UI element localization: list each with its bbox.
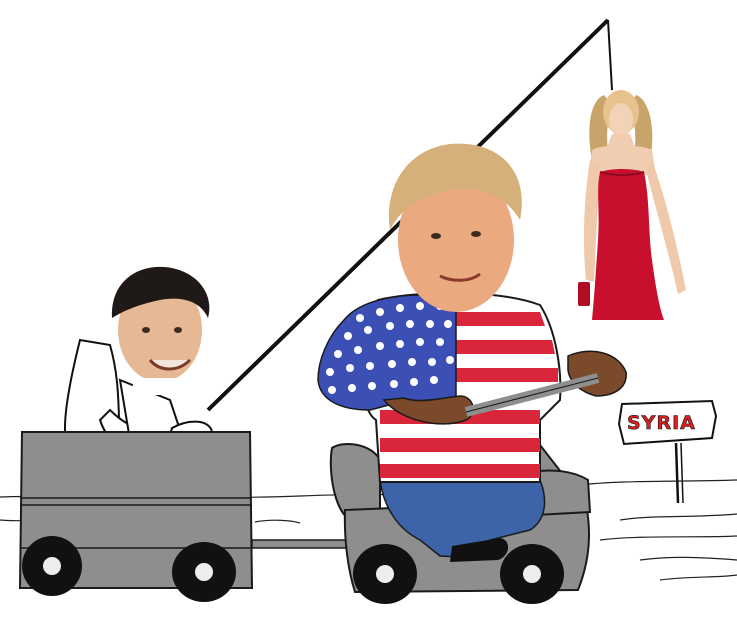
comic-scene: SYRIA [0,18,737,604]
woman-in-red-dress [578,90,686,320]
sign-label: SYRIA [627,412,696,434]
syria-sign: SYRIA [617,399,718,504]
string-line-2 [607,19,613,91]
left-wagon [18,266,254,602]
